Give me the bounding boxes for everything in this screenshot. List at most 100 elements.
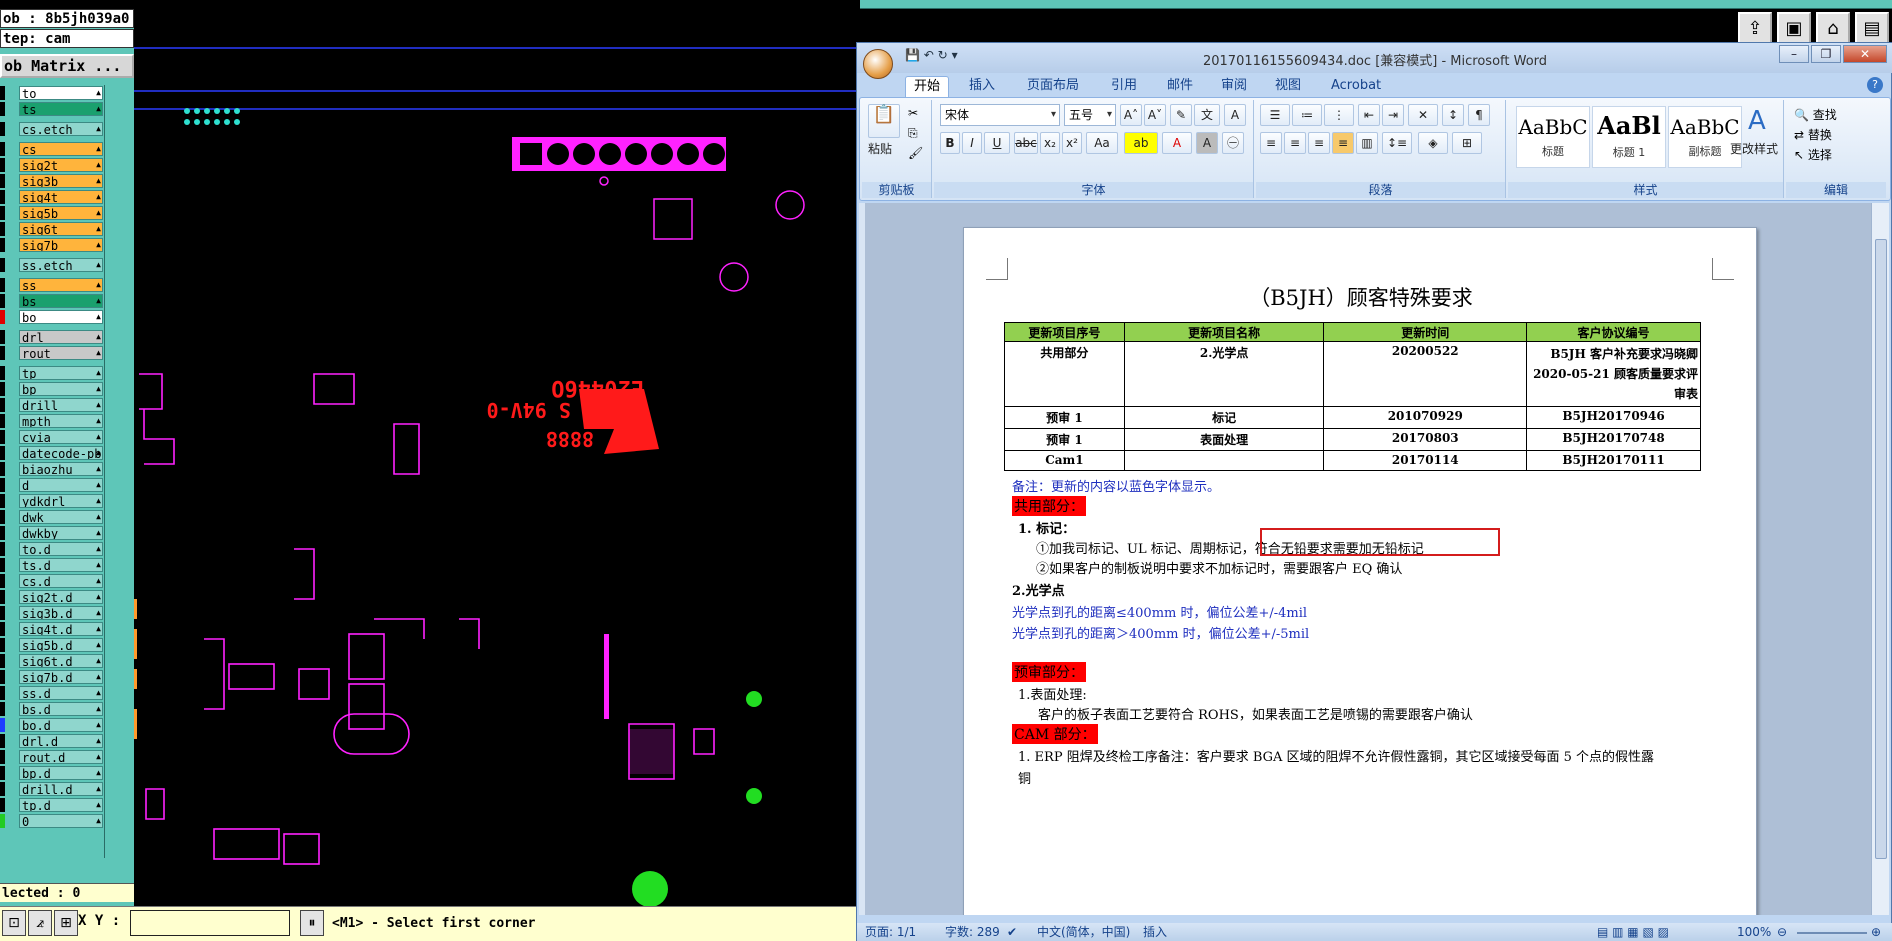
phonetic-icon[interactable]: 文	[1194, 104, 1220, 126]
tab-view[interactable]: 视图	[1267, 76, 1309, 98]
layer-swatch[interactable]	[0, 622, 5, 636]
layer-swatch[interactable]	[0, 382, 5, 396]
layer-name[interactable]: sig5b.d	[19, 638, 103, 652]
layer-item[interactable]: sig4t	[0, 189, 104, 205]
layer-swatch[interactable]	[0, 510, 5, 524]
change-case-icon[interactable]: Aa	[1086, 132, 1118, 154]
layer-swatch[interactable]	[0, 206, 5, 220]
layer-item[interactable]: ss.etch	[0, 257, 104, 273]
layer-item[interactable]: drill	[0, 397, 104, 413]
layer-item[interactable]: sig2t	[0, 157, 104, 173]
layer-item[interactable]: to.d	[0, 541, 104, 557]
measure-icon[interactable]: ⦨	[28, 910, 52, 936]
close-button[interactable]: ✕	[1843, 45, 1887, 63]
layer-swatch[interactable]	[0, 102, 5, 116]
layer-name[interactable]: to.d	[19, 542, 103, 556]
tab-home[interactable]: 开始	[905, 76, 950, 98]
layer-name[interactable]: cs	[19, 142, 103, 156]
layer-item[interactable]: cvia	[0, 429, 104, 445]
layer-swatch[interactable]	[0, 398, 5, 412]
layer-name[interactable]: tp.d	[19, 798, 103, 812]
layer-swatch[interactable]	[0, 446, 5, 460]
tab-mailings[interactable]: 邮件	[1159, 76, 1201, 98]
layer-item[interactable]: bs.d	[0, 701, 104, 717]
layer-swatch[interactable]	[0, 222, 5, 236]
layer-name[interactable]: bs	[19, 294, 103, 308]
layer-name[interactable]: ts	[19, 102, 103, 116]
italic-icon[interactable]: I	[962, 132, 982, 154]
tab-insert[interactable]: 插入	[961, 76, 1003, 98]
layer-name[interactable]: ts.d	[19, 558, 103, 572]
layer-swatch[interactable]	[0, 494, 5, 508]
layer-item[interactable]: datecode-pbe	[0, 445, 104, 461]
layer-item[interactable]: bo	[0, 309, 104, 325]
layer-name[interactable]: to	[19, 86, 103, 100]
pcb-canvas[interactable]: E20446O M11 S 94V-0 8888	[134, 9, 860, 906]
align-left-icon[interactable]: ≡	[1260, 132, 1282, 154]
zoom-in-icon[interactable]: ⊕	[1871, 923, 1881, 941]
char-border-icon[interactable]: A	[1224, 104, 1246, 126]
layer-swatch[interactable]	[0, 814, 5, 828]
layer-item[interactable]: bo.d	[0, 717, 104, 733]
zoom-slider[interactable]	[1797, 932, 1867, 934]
distribute-icon[interactable]: ▥	[1356, 132, 1378, 154]
layer-swatch[interactable]	[0, 190, 5, 204]
layer-swatch[interactable]	[0, 654, 5, 668]
highlight-icon[interactable]: ab	[1124, 132, 1158, 154]
layer-swatch[interactable]	[0, 782, 5, 796]
layer-name[interactable]: sig3b.d	[19, 606, 103, 620]
layer-name[interactable]: drl.d	[19, 734, 103, 748]
layer-item[interactable]: cs	[0, 141, 104, 157]
document-area[interactable]: （B5JH）顾客特殊要求 更新项目序号 更新项目名称 更新时间 客户协议编号 共…	[859, 203, 1871, 915]
layer-item[interactable]: drill.d	[0, 781, 104, 797]
select-button[interactable]: ↖ 选择	[1794, 146, 1832, 163]
layer-item[interactable]: drl.d	[0, 733, 104, 749]
layer-item[interactable]: dwkby	[0, 525, 104, 541]
layer-item[interactable]: cs.d	[0, 573, 104, 589]
layer-name[interactable]: datecode-pbe	[19, 446, 103, 460]
proofing-icon[interactable]: ✔	[1007, 923, 1017, 941]
vertical-scrollbar[interactable]	[1871, 203, 1889, 915]
layer-swatch[interactable]	[0, 478, 5, 492]
view-buttons[interactable]: ▤ ▥ ▦ ▧ ▨	[1597, 923, 1669, 941]
subscript-icon[interactable]: x₂	[1040, 132, 1060, 154]
layer-swatch[interactable]	[0, 638, 5, 652]
layer-swatch[interactable]	[0, 238, 5, 252]
replace-button[interactable]: ⇄ 替换	[1794, 126, 1832, 143]
layer-swatch[interactable]	[0, 574, 5, 588]
save-icon[interactable]: 💾	[905, 48, 920, 62]
layer-item[interactable]: rout	[0, 345, 104, 361]
layer-swatch[interactable]	[0, 330, 5, 344]
shrink-font-icon[interactable]: A˅	[1144, 104, 1166, 126]
layer-swatch[interactable]	[0, 750, 5, 764]
layer-swatch[interactable]	[0, 142, 5, 156]
layer-name[interactable]: drl	[19, 330, 103, 344]
layer-swatch[interactable]	[0, 158, 5, 172]
layer-swatch[interactable]	[0, 310, 5, 324]
layer-name[interactable]: bo	[19, 310, 103, 324]
word-count[interactable]: 字数: 289	[945, 923, 1000, 941]
layer-item[interactable]: biaozhu	[0, 461, 104, 477]
asian-layout-icon[interactable]: ✕	[1408, 104, 1438, 126]
layer-name[interactable]: mpth	[19, 414, 103, 428]
export-icon[interactable]: ⇪	[1738, 12, 1772, 46]
copy-icon[interactable]: ⎘	[908, 126, 918, 141]
layer-item[interactable]: d	[0, 477, 104, 493]
tab-page-layout[interactable]: 页面布局	[1019, 76, 1087, 98]
layer-item[interactable]: ss	[0, 277, 104, 293]
layer-name[interactable]: sig2t	[19, 158, 103, 172]
layer-name[interactable]: sig6t.d	[19, 654, 103, 668]
layer-name[interactable]: ydkdrl	[19, 494, 103, 508]
sort-icon[interactable]: ↕	[1442, 104, 1464, 126]
xy-input[interactable]	[130, 910, 290, 936]
home-icon[interactable]: ⌂	[1816, 12, 1850, 46]
help-icon[interactable]: ?	[1867, 77, 1883, 93]
layer-item[interactable]: ts	[0, 101, 104, 117]
layer-item[interactable]: sig5b.d	[0, 637, 104, 653]
layer-name[interactable]: cvia	[19, 430, 103, 444]
layer-swatch[interactable]	[0, 526, 5, 540]
layer-item[interactable]: bp	[0, 381, 104, 397]
cut-icon[interactable]: ✂	[908, 106, 918, 120]
find-button[interactable]: 🔍 查找	[1794, 106, 1837, 123]
layer-item[interactable]: sig3b.d	[0, 605, 104, 621]
